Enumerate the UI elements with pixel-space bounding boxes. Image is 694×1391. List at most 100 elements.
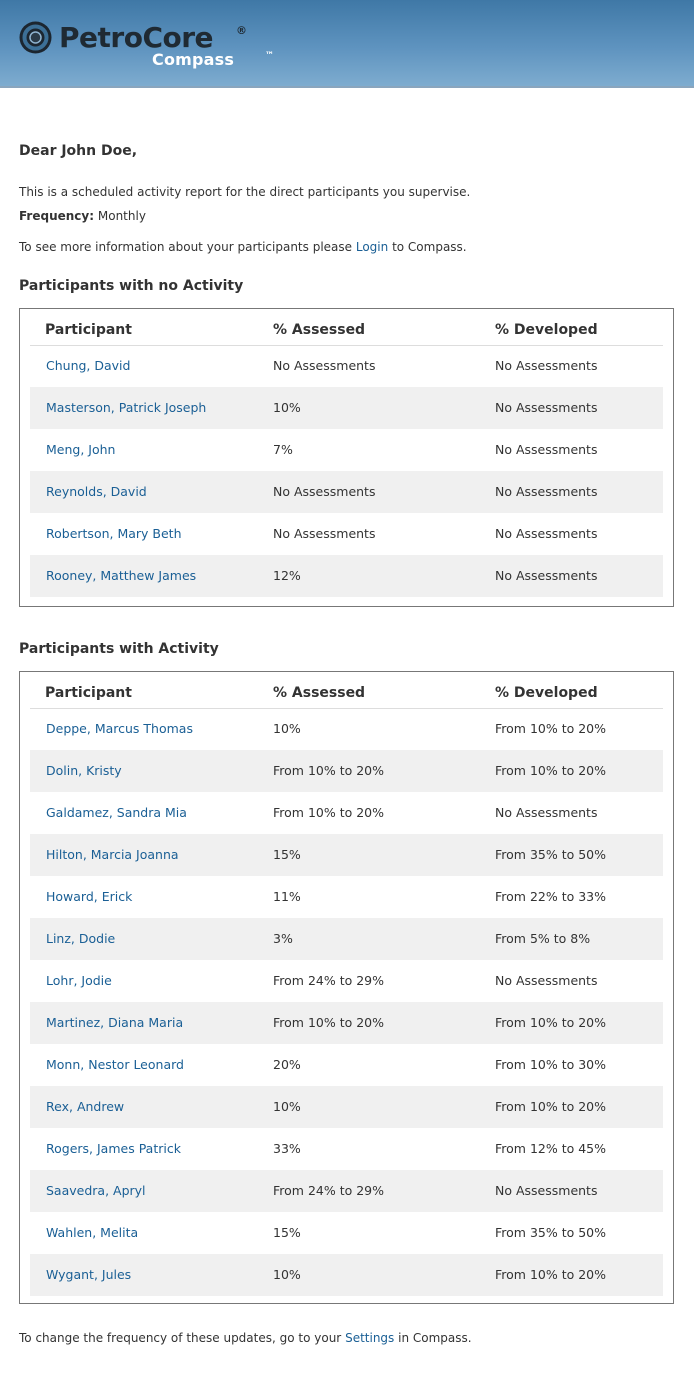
column-header-participant: Participant: [45, 685, 132, 701]
participant-link[interactable]: Reynolds, David: [46, 484, 147, 499]
assessed-value: 15%: [273, 847, 301, 862]
with-activity-title: Participants with Activity: [19, 641, 219, 657]
table-header: Participant % Assessed % Developed: [30, 309, 663, 346]
participant-link[interactable]: Lohr, Jodie: [46, 973, 112, 988]
developed-value: From 10% to 20%: [495, 763, 607, 778]
column-header-assessed: % Assessed: [273, 685, 366, 701]
column-header-developed: % Developed: [495, 322, 598, 338]
table-row: Meng, John 7% No Assessments: [30, 429, 663, 471]
participant-link[interactable]: Masterson, Patrick Joseph: [46, 400, 206, 415]
developed-value: No Assessments: [495, 400, 598, 415]
table-row: Galdamez, Sandra Mia From 10% to 20% No As…: [30, 792, 663, 834]
assessed-value: 10%: [273, 1099, 301, 1114]
table-row: Rooney, Matthew James 12% No Assessments: [30, 555, 663, 597]
developed-value: From 10% to 20%: [495, 1099, 607, 1114]
developed-value: From 10% to 30%: [495, 1057, 607, 1072]
participant-link[interactable]: Saavedra, Apryl: [46, 1183, 146, 1198]
assessed-value: No Assessments: [273, 484, 376, 499]
table-row: Reynolds, David No Assessments No Assessme…: [30, 471, 663, 513]
table-row: Wahlen, Melita 15% From 35% to 50%: [30, 1212, 663, 1254]
assessed-value: 10%: [273, 400, 301, 415]
assessed-value: No Assessments: [273, 526, 376, 541]
frequency-line: Frequency: Monthly: [19, 209, 146, 223]
developed-value: From 35% to 50%: [495, 1225, 607, 1240]
settings-link[interactable]: Settings: [345, 1331, 394, 1345]
table-row: Robertson, Mary Beth No Assessments No Ass…: [30, 513, 663, 555]
assessed-value: 10%: [273, 1267, 301, 1282]
email-header: PetroCore ® Compass ™: [0, 0, 694, 88]
assessed-value: From 10% to 20%: [273, 805, 385, 820]
participant-link[interactable]: Monn, Nestor Leonard: [46, 1057, 184, 1072]
table-row: Chung, David No Assessments No Assessments: [30, 345, 663, 387]
table-row: Howard, Erick 11% From 22% to 33%: [30, 876, 663, 918]
assessed-value: From 10% to 20%: [273, 1015, 385, 1030]
participant-link[interactable]: Meng, John: [46, 442, 115, 457]
developed-value: From 35% to 50%: [495, 847, 607, 862]
footer-prefix: To change the frequency of these updates…: [19, 1331, 342, 1345]
developed-value: From 10% to 20%: [495, 721, 607, 736]
trademark-mark: ™: [265, 51, 274, 61]
with-activity-table: Participant % Assessed % Developed Deppe…: [19, 671, 674, 1304]
table-row: Rex, Andrew 10% From 10% to 20%: [30, 1086, 663, 1128]
table-row: Monn, Nestor Leonard 20% From 10% to 30%: [30, 1044, 663, 1086]
developed-value: No Assessments: [495, 568, 598, 583]
assessed-value: No Assessments: [273, 358, 376, 373]
footer-line: To change the frequency of these updates…: [19, 1331, 472, 1345]
assessed-value: 7%: [273, 442, 293, 457]
footer-suffix: in Compass.: [398, 1331, 472, 1345]
participant-link[interactable]: Deppe, Marcus Thomas: [46, 721, 193, 736]
assessed-value: 10%: [273, 721, 301, 736]
developed-value: From 10% to 20%: [495, 1267, 607, 1282]
table-row: Dolin, Kristy From 10% to 20% From 10% to …: [30, 750, 663, 792]
registered-mark: ®: [236, 24, 247, 37]
more-info-prefix: To see more information about your parti…: [19, 240, 353, 254]
column-header-developed: % Developed: [495, 685, 598, 701]
participant-link[interactable]: Rooney, Matthew James: [46, 568, 196, 583]
participant-link[interactable]: Rex, Andrew: [46, 1099, 124, 1114]
participant-link[interactable]: Galdamez, Sandra Mia: [46, 805, 187, 820]
table-row: Linz, Dodie 3% From 5% to 8%: [30, 918, 663, 960]
developed-value: From 5% to 8%: [495, 931, 591, 946]
participant-link[interactable]: Rogers, James Patrick: [46, 1141, 181, 1156]
assessed-value: 12%: [273, 568, 301, 583]
column-header-participant: Participant: [45, 322, 132, 338]
participant-link[interactable]: Wygant, Jules: [46, 1267, 131, 1282]
assessed-value: From 24% to 29%: [273, 1183, 385, 1198]
table-row: Hilton, Marcia Joanna 15% From 35% to 50%: [30, 834, 663, 876]
login-link[interactable]: Login: [356, 240, 388, 254]
intro-text: This is a scheduled activity report for …: [19, 185, 471, 199]
assessed-value: 15%: [273, 1225, 301, 1240]
more-info-line: To see more information about your parti…: [19, 240, 467, 254]
more-info-suffix: to Compass.: [392, 240, 467, 254]
petrocore-logo-icon: [19, 21, 52, 54]
assessed-value: 20%: [273, 1057, 301, 1072]
developed-value: No Assessments: [495, 526, 598, 541]
developed-value: No Assessments: [495, 805, 598, 820]
participant-link[interactable]: Martinez, Diana Maria: [46, 1015, 183, 1030]
greeting: Dear John Doe,: [19, 143, 138, 159]
column-header-assessed: % Assessed: [273, 322, 366, 338]
participant-link[interactable]: Howard, Erick: [46, 889, 132, 904]
assessed-value: From 24% to 29%: [273, 973, 385, 988]
developed-value: From 22% to 33%: [495, 889, 607, 904]
participant-link[interactable]: Dolin, Kristy: [46, 763, 122, 778]
frequency-value: Monthly: [97, 209, 146, 223]
assessed-value: From 10% to 20%: [273, 763, 385, 778]
developed-value: No Assessments: [495, 1183, 598, 1198]
participant-link[interactable]: Robertson, Mary Beth: [46, 526, 182, 541]
table-row: Lohr, Jodie From 24% to 29% No Assessments: [30, 960, 663, 1002]
participant-link[interactable]: Wahlen, Melita: [46, 1225, 138, 1240]
table-header: Participant % Assessed % Developed: [30, 672, 663, 709]
product-name: Compass: [152, 50, 235, 69]
developed-value: No Assessments: [495, 484, 598, 499]
participant-link[interactable]: Chung, David: [46, 358, 130, 373]
table-row: Rogers, James Patrick 33% From 12% to 45%: [30, 1128, 663, 1170]
assessed-value: 3%: [273, 931, 293, 946]
participant-link[interactable]: Linz, Dodie: [46, 931, 115, 946]
developed-value: From 10% to 20%: [495, 1015, 607, 1030]
no-activity-title: Participants with no Activity: [19, 278, 244, 294]
participant-link[interactable]: Hilton, Marcia Joanna: [46, 847, 179, 862]
assessed-value: 11%: [273, 889, 301, 904]
developed-value: From 12% to 45%: [495, 1141, 607, 1156]
developed-value: No Assessments: [495, 358, 598, 373]
